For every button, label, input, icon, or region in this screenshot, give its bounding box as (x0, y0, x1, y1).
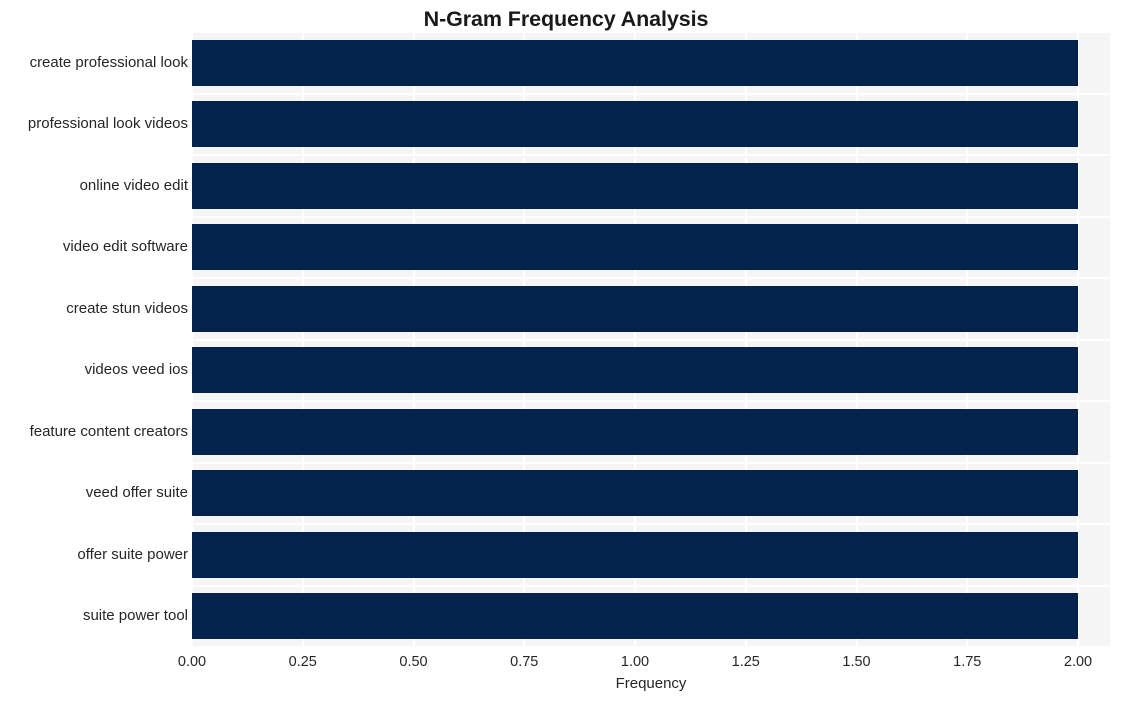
y-axis-tick-label: offer suite power (77, 545, 188, 563)
horizontal-gridline (192, 461, 1110, 464)
bar (192, 101, 1078, 148)
bar (192, 593, 1078, 640)
x-axis-tick-label: 0.25 (288, 654, 317, 670)
horizontal-gridline (192, 92, 1110, 95)
bar (192, 162, 1078, 209)
horizontal-gridline (192, 646, 1110, 647)
bar (192, 531, 1078, 578)
x-axis-tick-label: 1.75 (953, 654, 982, 670)
y-axis-tick-label: create stun videos (66, 299, 188, 317)
horizontal-gridline (192, 338, 1110, 341)
y-axis-tick-label: online video edit (79, 176, 188, 194)
y-axis-tick-labels: create professional look professional loo… (0, 32, 188, 647)
y-axis-tick-label: professional look videos (27, 115, 188, 133)
horizontal-gridline (192, 523, 1110, 525)
horizontal-gridline (192, 154, 1110, 156)
y-axis-tick-label: videos veed ios (84, 361, 188, 379)
x-axis-tick-label: 1.50 (842, 654, 871, 670)
horizontal-gridline (192, 584, 1110, 587)
chart-figure: N-Gram Frequency Analysis create profess… (0, 0, 1132, 701)
x-axis-tick-labels: 0.00 0.25 0.50 0.75 1.00 1.25 1.50 1.75 2.00 (0, 652, 1132, 674)
x-axis-tick-label: 2.00 (1063, 654, 1093, 670)
y-axis-tick-label: feature content creators (29, 422, 188, 440)
x-axis-tick-label: 1.25 (731, 654, 760, 670)
chart-title: N-Gram Frequency Analysis (423, 7, 709, 31)
x-axis-title: Frequency (615, 675, 687, 692)
y-axis-tick-label: video edit software (62, 238, 188, 256)
bar (192, 224, 1078, 271)
x-axis-tick-label: 0.00 (177, 654, 207, 670)
x-axis-tick-label: 0.50 (399, 654, 428, 670)
bar (192, 39, 1078, 86)
y-axis-tick-label: create professional look (29, 53, 188, 71)
y-axis-tick-label: veed offer suite (85, 484, 188, 502)
plot-area (192, 32, 1110, 647)
horizontal-gridline (192, 400, 1110, 402)
bar (192, 285, 1078, 332)
horizontal-gridline (192, 32, 1110, 33)
x-axis-tick-label: 1.00 (620, 654, 650, 670)
bar (192, 347, 1078, 394)
x-axis-tick-label: 0.75 (510, 654, 539, 670)
horizontal-gridline (192, 277, 1110, 279)
bar (192, 408, 1078, 455)
horizontal-gridline (192, 215, 1110, 218)
bar (192, 470, 1078, 517)
y-axis-tick-label: suite power tool (82, 607, 188, 625)
